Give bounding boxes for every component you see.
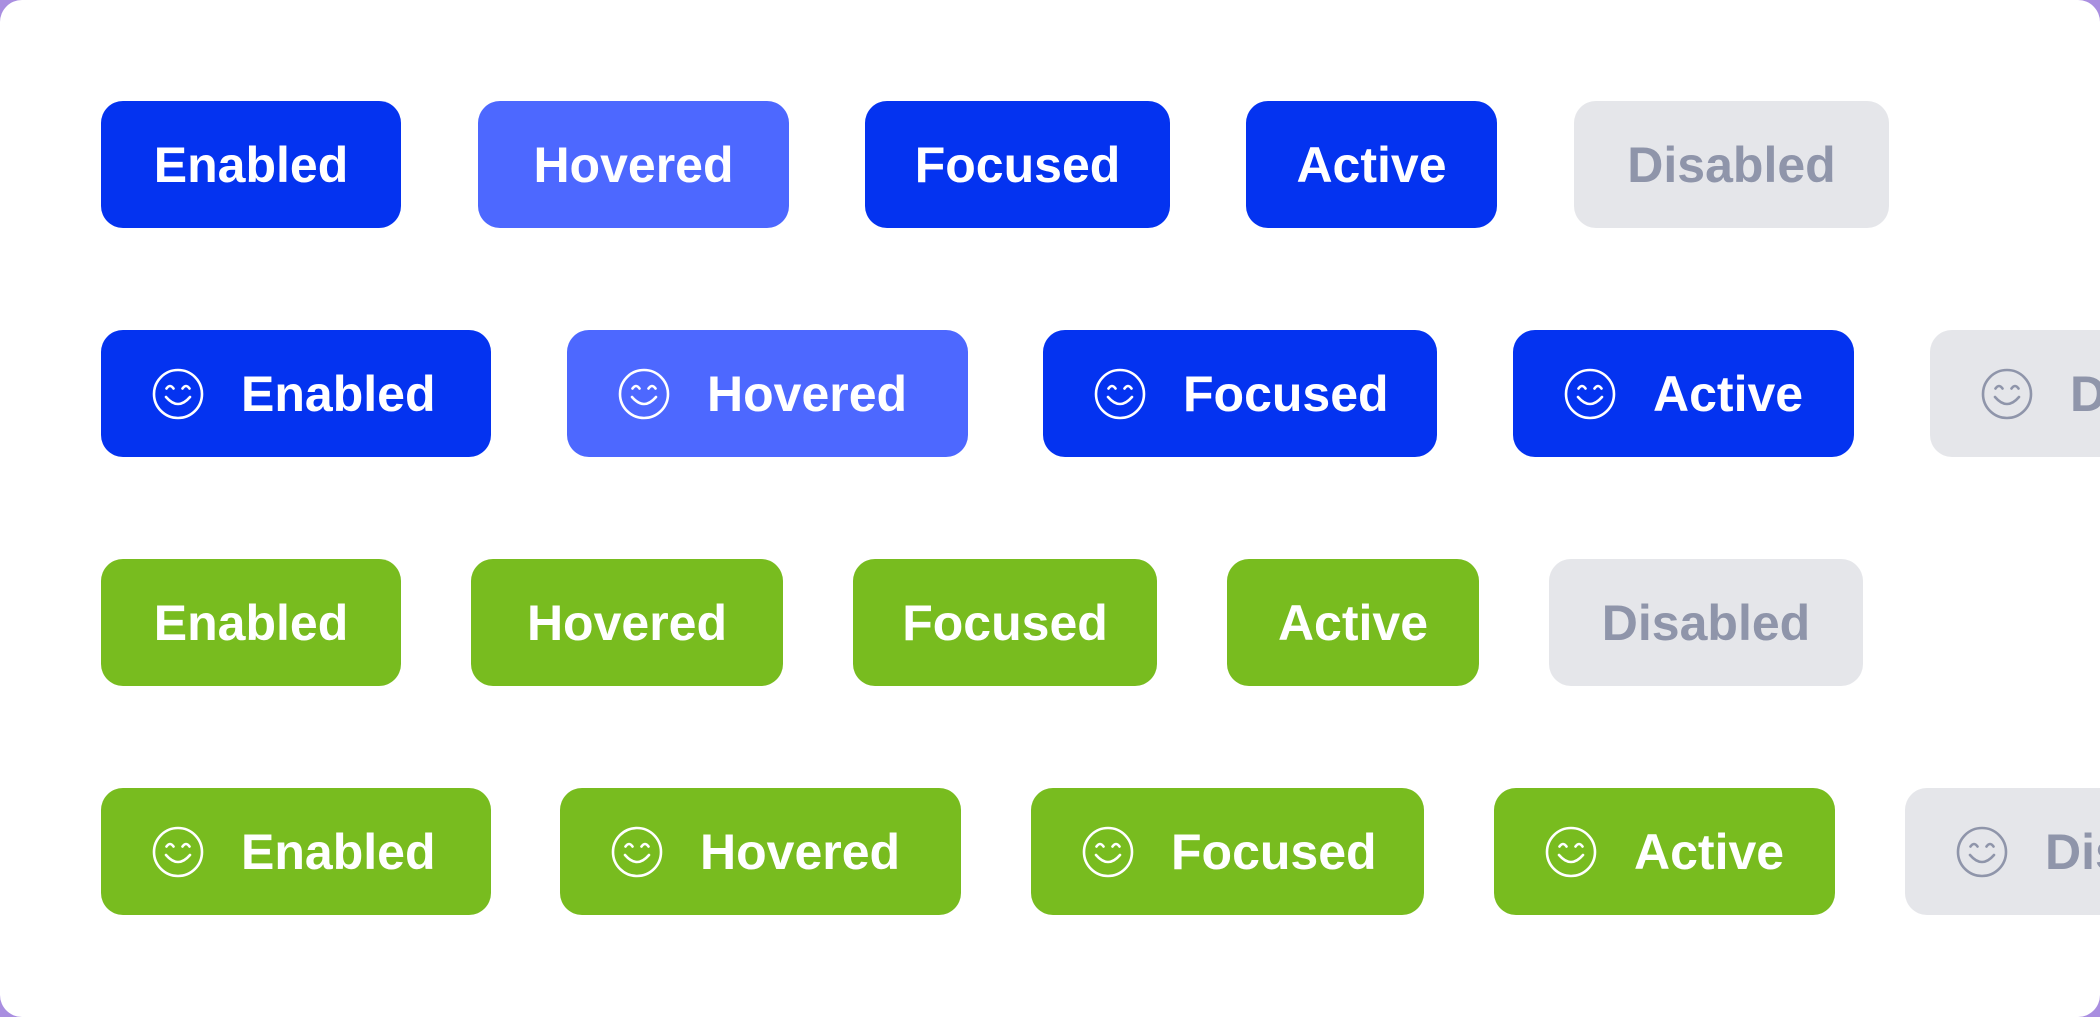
button-label: Enabled (241, 365, 436, 422)
green-enabled-button[interactable]: Enabled (101, 559, 401, 686)
button-label: Active (1653, 365, 1804, 422)
button-label: Hovered (707, 365, 908, 422)
blue-enabled-button[interactable]: Enabled (101, 101, 401, 228)
button-label: Enabled (241, 823, 436, 880)
blue-focused-button[interactable]: Focused (865, 101, 1170, 228)
green-disabled-icon-button: Dis (1905, 788, 2100, 915)
button-label: Active (1296, 136, 1447, 193)
button-label: D (2070, 365, 2100, 422)
green-disabled-button: Disabled (1549, 559, 1863, 686)
button-label: Focused (1183, 365, 1389, 422)
smiley-icon (1544, 825, 1598, 879)
blue-disabled-icon-button: D (1930, 330, 2100, 457)
smiley-icon (151, 367, 205, 421)
green-active-button[interactable]: Active (1227, 559, 1479, 686)
green-active-icon-button[interactable]: Active (1494, 788, 1835, 915)
smiley-icon (1081, 825, 1135, 879)
blue-active-button[interactable]: Active (1246, 101, 1497, 228)
blue-hovered-icon-button[interactable]: Hovered (567, 330, 968, 457)
blue-active-icon-button[interactable]: Active (1513, 330, 1854, 457)
smiley-icon (610, 825, 664, 879)
blue-focused-icon-button[interactable]: Focused (1043, 330, 1437, 457)
smiley-icon (1563, 367, 1617, 421)
green-focused-button[interactable]: Focused (853, 559, 1157, 686)
button-label: Dis (2045, 823, 2100, 880)
blue-hovered-button[interactable]: Hovered (478, 101, 789, 228)
button-label: Hovered (700, 823, 901, 880)
blue-enabled-icon-button[interactable]: Enabled (101, 330, 491, 457)
button-label: Disabled (1601, 594, 1811, 651)
smiley-icon (617, 367, 671, 421)
smiley-icon (151, 825, 205, 879)
green-focused-icon-button[interactable]: Focused (1031, 788, 1424, 915)
smiley-icon (1955, 825, 2009, 879)
button-label: Active (1277, 594, 1429, 651)
smiley-icon (1980, 367, 2034, 421)
smiley-icon (1093, 367, 1147, 421)
button-label: Enabled (153, 594, 349, 651)
button-label: Active (1634, 823, 1785, 880)
button-states-canvas: Enabled Hovered Focused Active Disabled … (0, 0, 2100, 1017)
button-label: Hovered (526, 594, 728, 651)
button-label: Focused (1171, 823, 1377, 880)
button-label: Disabled (1627, 136, 1836, 193)
green-hovered-button[interactable]: Hovered (471, 559, 783, 686)
button-label: Focused (902, 594, 1108, 651)
button-label: Hovered (533, 136, 734, 193)
green-hovered-icon-button[interactable]: Hovered (560, 788, 961, 915)
button-label: Enabled (153, 136, 349, 193)
blue-disabled-button: Disabled (1574, 101, 1889, 228)
button-label: Focused (914, 136, 1121, 193)
green-enabled-icon-button[interactable]: Enabled (101, 788, 491, 915)
